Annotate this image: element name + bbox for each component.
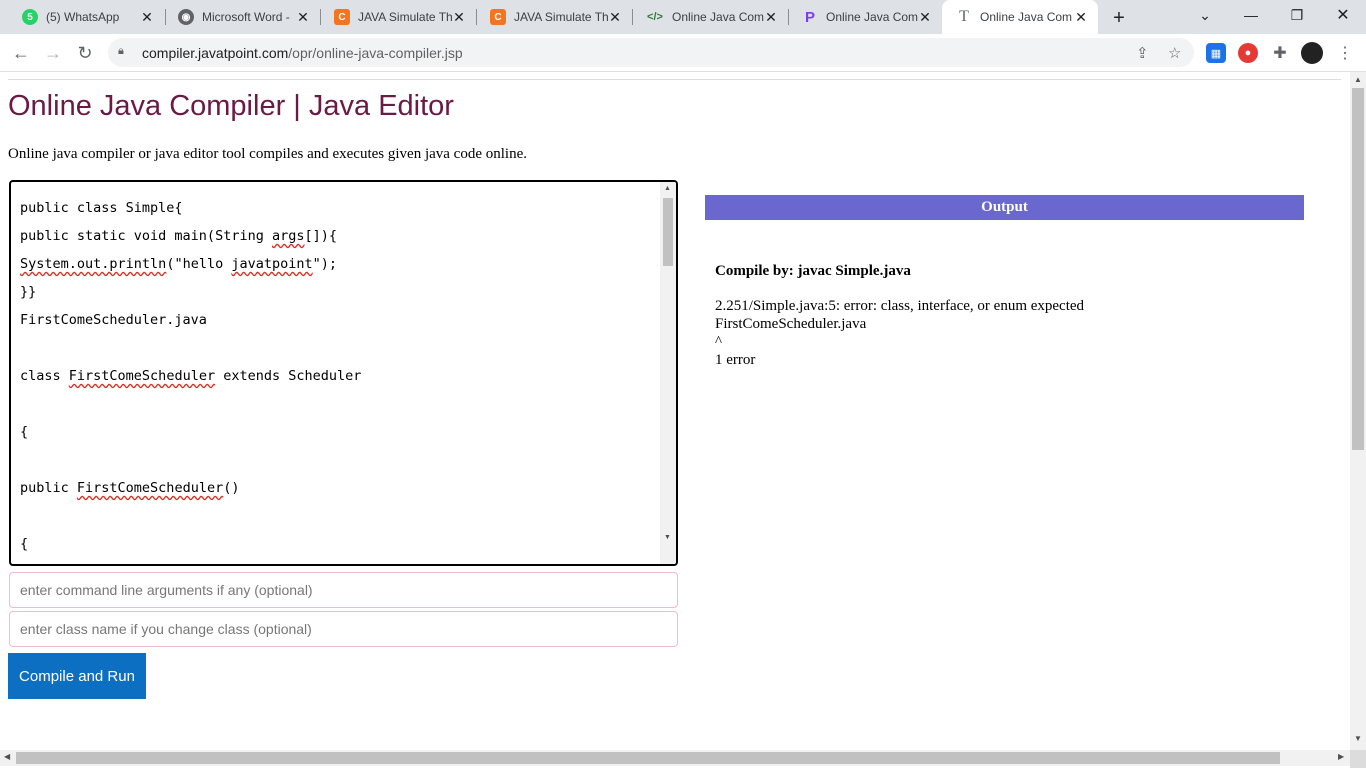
compile-and-run-button[interactable]: Compile and Run — [8, 653, 146, 699]
close-icon[interactable]: ✕ — [294, 8, 312, 26]
tab-online-java-active[interactable]: T Online Java Com ✕ — [942, 0, 1098, 34]
code-line: System.out.println("hello javatpoint"); — [20, 256, 338, 272]
tab-title: Online Java Com — [672, 10, 765, 24]
code-editor[interactable]: public class Simple{ public static void … — [9, 180, 678, 566]
output-line: FirstComeScheduler.java — [715, 316, 867, 332]
tab-online-java-2[interactable]: P Online Java Com ✕ — [788, 0, 942, 34]
output-line: 2.251/Simple.java:5: error: class, inter… — [715, 298, 1085, 314]
scroll-up-icon[interactable]: ▲ — [664, 185, 671, 192]
command-args-input[interactable] — [9, 572, 678, 608]
close-icon[interactable]: ✕ — [1072, 8, 1090, 26]
spellcheck-word: javatpoint — [231, 256, 313, 272]
tab-title: JAVA Simulate Th — [514, 10, 609, 24]
close-icon[interactable]: ✕ — [916, 8, 934, 26]
code-line: public FirstComeScheduler() — [20, 480, 240, 496]
tab-java-simulate-1[interactable]: C JAVA Simulate Th ✕ — [320, 0, 476, 34]
restore-button[interactable]: ❐ — [1274, 0, 1320, 30]
p-logo-icon: P — [804, 8, 815, 26]
page-scroll-thumb[interactable] — [1352, 88, 1364, 450]
scroll-down-icon[interactable]: ▼ — [664, 534, 671, 541]
output-line: ^ — [715, 334, 723, 350]
scroll-left-icon[interactable]: ◀ — [4, 752, 10, 761]
class-name-input[interactable] — [9, 611, 678, 647]
tab-whatsapp[interactable]: 5 (5) WhatsApp ✕ — [8, 0, 164, 34]
output-text: 2.251/Simple.java:5: error: class, inter… — [715, 297, 1084, 369]
share-icon[interactable]: ⇪ — [1136, 44, 1149, 62]
editor-scrollbar[interactable]: ▲ ▼ — [660, 182, 676, 564]
divider — [8, 79, 1341, 80]
c-logo-icon: C — [490, 9, 506, 25]
scrollbar-corner — [1350, 750, 1366, 768]
compile-by-label: Compile by: javac Simple.java — [715, 263, 911, 279]
code-line: public class Simple{ — [20, 200, 183, 216]
reload-icon[interactable]: ↻ — [72, 40, 98, 66]
code-line: FirstComeScheduler.java — [20, 312, 207, 328]
puzzle-icon[interactable]: ✚ — [1270, 43, 1290, 63]
code-line: }} — [20, 284, 37, 300]
extension-icon[interactable]: ▦ — [1206, 43, 1226, 63]
close-icon[interactable]: ✕ — [762, 8, 780, 26]
whatsapp-icon: 5 — [22, 9, 38, 25]
tab-title: JAVA Simulate Th — [358, 10, 453, 24]
tab-title: (5) WhatsApp — [46, 10, 120, 24]
spellcheck-word: args — [271, 228, 305, 244]
tab-online-java-1[interactable]: </> Online Java Com ✕ — [632, 0, 788, 34]
minimize-button[interactable]: — — [1228, 0, 1274, 30]
page-content: Online Java Compiler | Java Editor Onlin… — [0, 72, 1350, 750]
close-icon[interactable]: ✕ — [606, 8, 624, 26]
browser-toolbar: ← → ↻ 🔒︎ compiler.javatpoint.com/opr/onl… — [0, 34, 1366, 72]
new-tab-button[interactable]: + — [1106, 5, 1132, 31]
shield-extension-icon[interactable]: ● — [1238, 43, 1258, 63]
t-logo-icon: T — [959, 8, 969, 25]
tab-title: Microsoft Word - — [202, 10, 290, 24]
back-icon[interactable]: ← — [8, 40, 34, 66]
code-content[interactable]: public class Simple{ public static void … — [20, 194, 361, 558]
code-line: { — [20, 424, 29, 440]
address-bar[interactable]: 🔒︎ compiler.javatpoint.com/opr/online-ja… — [108, 38, 1194, 67]
output-line: 1 error — [715, 352, 756, 368]
tab-strip: 5 (5) WhatsApp ✕ ◉ Microsoft Word - ✕ C … — [0, 0, 1366, 34]
tab-java-simulate-2[interactable]: C JAVA Simulate Th ✕ — [476, 0, 632, 34]
spellcheck-word: System.out.println — [20, 256, 167, 272]
scroll-right-icon[interactable]: ▶ — [1338, 752, 1344, 761]
bookmark-star-icon[interactable]: ☆ — [1168, 44, 1181, 62]
spellcheck-word: FirstComeScheduler — [68, 368, 216, 384]
scroll-down-icon[interactable]: ▼ — [1354, 734, 1362, 743]
tab-title: Online Java Com — [826, 10, 919, 24]
globe-icon: ◉ — [178, 9, 194, 25]
output-header: Output — [705, 195, 1304, 220]
scroll-up-icon[interactable]: ▲ — [1354, 75, 1362, 84]
page-hscroll-thumb[interactable] — [16, 752, 1280, 764]
page-title: Online Java Compiler | Java Editor — [8, 90, 454, 122]
window-close-button[interactable]: ✕ — [1320, 0, 1366, 30]
avatar[interactable] — [1301, 42, 1323, 64]
url-text: compiler.javatpoint.com/opr/online-java-… — [142, 45, 463, 61]
close-icon[interactable]: ✕ — [138, 8, 156, 26]
tab-search-icon[interactable]: ⌄ — [1182, 0, 1228, 30]
code-line: class FirstComeScheduler extends Schedul… — [20, 368, 362, 384]
menu-icon[interactable]: ⋮ — [1335, 43, 1355, 63]
c-logo-icon: C — [334, 9, 350, 25]
lock-icon[interactable]: 🔒︎ — [118, 45, 124, 58]
close-icon[interactable]: ✕ — [450, 8, 468, 26]
editor-scroll-thumb[interactable] — [663, 198, 673, 266]
forward-icon[interactable]: → — [40, 40, 66, 66]
tab-microsoft-word[interactable]: ◉ Microsoft Word - ✕ — [164, 0, 320, 34]
code-line: { — [20, 536, 29, 552]
tab-title: Online Java Com — [980, 10, 1073, 24]
spellcheck-word: FirstComeScheduler — [76, 480, 224, 496]
code-icon: </> — [647, 11, 663, 23]
page-horizontal-scrollbar[interactable]: ◀ ▶ — [0, 750, 1350, 766]
page-description: Online java compiler or java editor tool… — [8, 146, 527, 162]
page-vertical-scrollbar[interactable]: ▲ ▼ — [1350, 72, 1366, 750]
code-line: public static void main(String args[]){ — [20, 228, 337, 244]
